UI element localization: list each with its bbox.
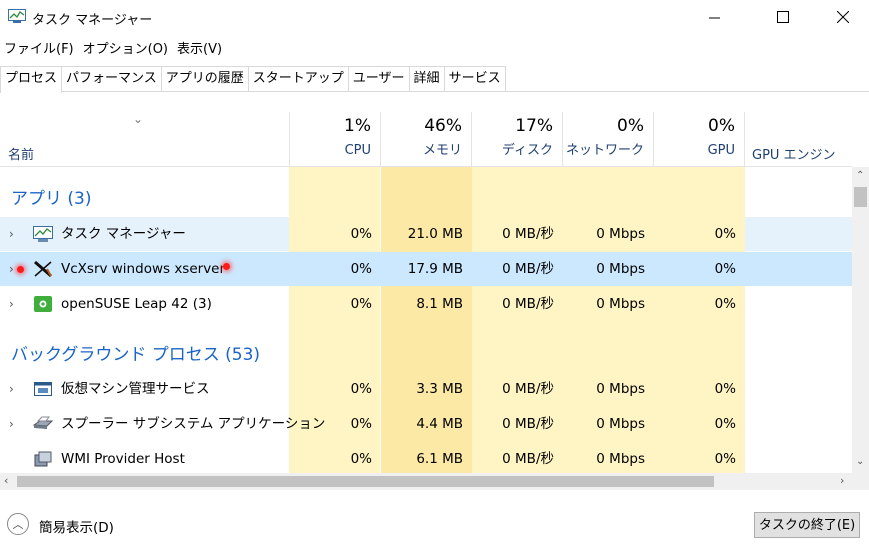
sort-chevron-icon: ⌄ xyxy=(133,112,144,126)
memory-value: 6.1 MB xyxy=(416,451,463,467)
maximize-icon xyxy=(777,11,789,23)
expand-chevron-icon[interactable]: › xyxy=(9,287,14,321)
horizontal-scroll-thumb[interactable] xyxy=(17,476,714,487)
horizontal-scrollbar[interactable]: ‹ › xyxy=(0,473,852,490)
scroll-left-icon[interactable]: ‹ xyxy=(4,474,8,487)
cpu-value: 0% xyxy=(350,416,372,432)
menu-bar: ファイル(F) オプション(O) 表示(V) xyxy=(0,38,227,58)
menu-options[interactable]: オプション(O) xyxy=(79,38,173,58)
memory-value: 21.0 MB xyxy=(407,226,463,242)
gpu-value: 0% xyxy=(714,451,736,467)
gpu-value: 0% xyxy=(714,226,736,242)
tab-performance[interactable]: パフォーマンス xyxy=(61,66,162,91)
process-row[interactable]: › openSUSE Leap 42 (3) 0% 8.1 MB 0 MB/秒 … xyxy=(0,287,852,321)
tab-bar: プロセス パフォーマンス アプリの履歴 スタートアップ ユーザー 詳細 サービス xyxy=(0,66,506,93)
gpu-value: 0% xyxy=(714,296,736,312)
memory-value: 3.3 MB xyxy=(416,381,463,397)
column-header-network[interactable]: 0% ネットワーク xyxy=(563,112,654,166)
cpu-value: 0% xyxy=(350,451,372,467)
network-value: 0 Mbps xyxy=(596,261,645,277)
close-icon xyxy=(837,11,849,23)
column-header-disk[interactable]: 17% ディスク xyxy=(472,112,563,166)
process-row[interactable]: › 仮想マシン管理サービス 0% 3.3 MB 0 MB/秒 0 Mbps 0% xyxy=(0,372,852,406)
gpu-value: 0% xyxy=(714,381,736,397)
task-manager-icon xyxy=(33,226,53,242)
tab-app-history[interactable]: アプリの履歴 xyxy=(160,66,249,91)
tab-users[interactable]: ユーザー xyxy=(347,66,410,91)
red-marker-dot xyxy=(223,263,230,270)
network-value: 0 Mbps xyxy=(596,226,645,242)
memory-value: 17.9 MB xyxy=(407,261,463,277)
cpu-value: 0% xyxy=(350,296,372,312)
process-row[interactable]: WMI Provider Host 0% 6.1 MB 0 MB/秒 0 Mbp… xyxy=(0,442,852,473)
network-value: 0 Mbps xyxy=(596,296,645,312)
group-header-apps: アプリ (3) xyxy=(11,189,92,209)
scroll-corner xyxy=(852,473,869,490)
process-name: VcXsrv windows xserver xyxy=(61,261,226,277)
process-name: WMI Provider Host xyxy=(61,451,185,467)
gpu-value: 0% xyxy=(714,261,736,277)
scroll-down-icon[interactable]: ⌄ xyxy=(856,456,864,467)
memory-value: 8.1 MB xyxy=(416,296,463,312)
cpu-value: 0% xyxy=(350,226,372,242)
window-title: タスク マネージャー xyxy=(32,13,153,28)
task-manager-icon xyxy=(8,9,26,23)
process-name: スプーラー サブシステム アプリケーション xyxy=(61,416,326,432)
vertical-scrollbar[interactable]: ⌃ ⌄ xyxy=(852,167,869,473)
maximize-button[interactable] xyxy=(760,0,806,34)
scroll-right-icon[interactable]: › xyxy=(840,474,844,487)
menu-view[interactable]: 表示(V) xyxy=(173,38,227,58)
expand-chevron-icon[interactable]: › xyxy=(9,407,14,441)
disk-value: 0 MB/秒 xyxy=(502,416,554,432)
network-value: 0 Mbps xyxy=(596,381,645,397)
scroll-up-icon[interactable]: ⌃ xyxy=(856,170,864,181)
process-name: 仮想マシン管理サービス xyxy=(61,381,210,397)
process-name: タスク マネージャー xyxy=(61,226,186,242)
opensuse-icon xyxy=(34,296,52,312)
expand-chevron-icon[interactable]: › xyxy=(9,217,14,251)
network-value: 0 Mbps xyxy=(596,416,645,432)
minimize-button[interactable] xyxy=(691,0,737,34)
printer-icon xyxy=(33,416,53,429)
vertical-scroll-thumb[interactable] xyxy=(854,187,867,207)
minimize-icon xyxy=(708,17,720,18)
menu-file[interactable]: ファイル(F) xyxy=(0,38,79,58)
disk-value: 0 MB/秒 xyxy=(502,381,554,397)
cpu-value: 0% xyxy=(350,261,372,277)
expand-chevron-icon[interactable]: › xyxy=(9,252,14,286)
cpu-value: 0% xyxy=(350,381,372,397)
column-header-memory[interactable]: 46% メモリ xyxy=(381,112,472,166)
process-name: openSUSE Leap 42 (3) xyxy=(61,296,212,312)
collapse-chevron-icon[interactable]: ︿ xyxy=(7,513,29,535)
column-header-cpu[interactable]: 1% CPU xyxy=(290,112,381,166)
tab-startup[interactable]: スタートアップ xyxy=(247,66,349,91)
footer xyxy=(0,491,869,553)
x-logo-icon xyxy=(34,261,52,277)
expand-chevron-icon[interactable]: › xyxy=(9,372,14,406)
disk-value: 0 MB/秒 xyxy=(502,261,554,277)
tab-processes[interactable]: プロセス xyxy=(0,66,63,93)
header-bottom-line xyxy=(0,166,852,167)
process-row[interactable]: › タスク マネージャー 0% 21.0 MB 0 MB/秒 0 Mbps 0% xyxy=(0,217,852,251)
process-row-selected[interactable]: › VcXsrv windows xserver 0% 17.9 MB 0 MB… xyxy=(0,252,852,286)
disk-value: 0 MB/秒 xyxy=(502,451,554,467)
tab-details[interactable]: 詳細 xyxy=(408,66,445,91)
network-value: 0 Mbps xyxy=(596,451,645,467)
close-button[interactable] xyxy=(820,0,866,34)
fewer-details-link[interactable]: 簡易表示(D) xyxy=(39,516,114,536)
process-row[interactable]: › スプーラー サブシステム アプリケーション 0% 4.4 MB 0 MB/秒… xyxy=(0,407,852,441)
wmi-host-icon xyxy=(34,451,52,467)
disk-value: 0 MB/秒 xyxy=(502,226,554,242)
disk-value: 0 MB/秒 xyxy=(502,296,554,312)
gpu-value: 0% xyxy=(714,416,736,432)
end-task-button[interactable]: タスクの終了(E) xyxy=(754,512,860,538)
column-header-name[interactable]: 名前 xyxy=(8,144,34,163)
column-header-gpu-engine[interactable]: GPU エンジン xyxy=(752,144,836,163)
red-marker-dot xyxy=(17,266,24,273)
service-window-icon xyxy=(34,382,52,396)
group-header-background: バックグラウンド プロセス (53) xyxy=(11,345,261,365)
column-header-gpu[interactable]: 0% GPU xyxy=(654,112,745,166)
memory-value: 4.4 MB xyxy=(416,416,463,432)
tab-services[interactable]: サービス xyxy=(443,66,506,91)
